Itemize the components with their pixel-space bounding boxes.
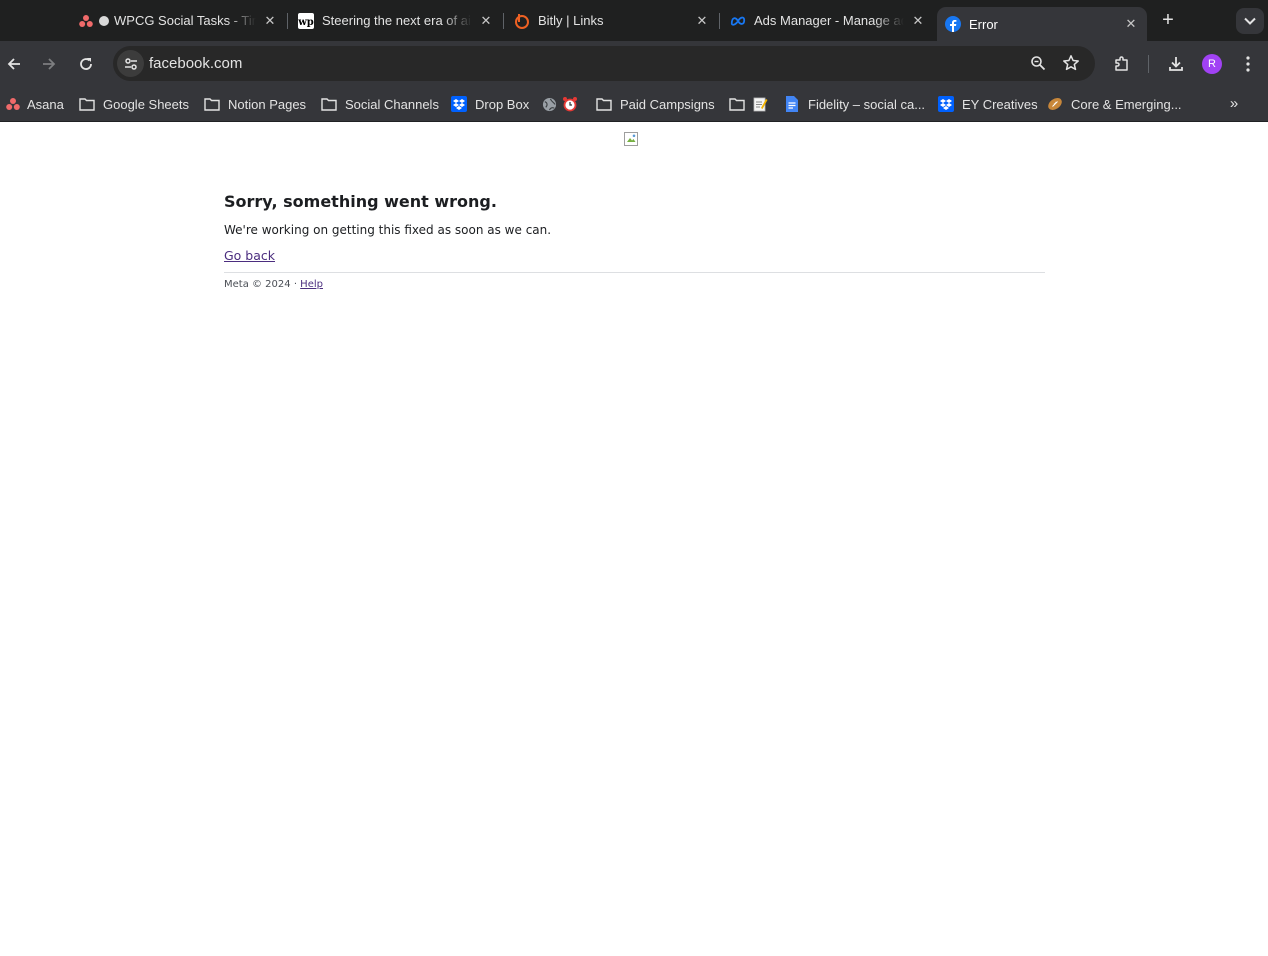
dropbox-icon (451, 96, 467, 112)
tab-ads-manager[interactable]: Ads Manager - Manage ads ✕ (730, 0, 926, 41)
football-icon (1047, 96, 1063, 112)
extensions-icon[interactable] (1112, 54, 1132, 74)
browser-toolbar: facebook.com R (0, 41, 1268, 87)
alarm-clock-icon (562, 96, 578, 112)
folder-icon (204, 96, 220, 112)
bookmark-label: Fidelity – social ca... (808, 96, 926, 112)
close-tab-icon[interactable]: ✕ (910, 13, 926, 29)
bookmarks-overflow-button[interactable]: » (1225, 95, 1243, 113)
more-menu-icon[interactable] (1238, 54, 1258, 74)
new-tab-button[interactable]: + (1157, 10, 1179, 32)
tab-error-active[interactable]: Error ✕ (937, 7, 1147, 41)
tab-title: Steering the next era of ai (322, 13, 471, 28)
bookmark-folder-unnamed[interactable] (729, 94, 753, 114)
bookmark-folder-social-channels[interactable]: Social Channels (321, 94, 439, 114)
arrow-left-icon (7, 58, 20, 70)
broken-image-icon (623, 131, 639, 147)
close-tab-icon[interactable]: ✕ (694, 13, 710, 29)
folder-icon (596, 96, 612, 112)
bookmark-asana[interactable]: Asana (5, 94, 64, 114)
bookmark-core-emerging[interactable]: Core & Emerging... (1047, 94, 1182, 114)
globe-icon (541, 96, 557, 112)
close-tab-icon[interactable]: ✕ (1123, 16, 1139, 32)
tab-separator (719, 13, 720, 29)
bookmark-fidelity-social[interactable]: Fidelity – social ca... (784, 94, 925, 114)
meta-icon (730, 13, 746, 29)
help-link[interactable]: Help (300, 279, 323, 290)
tab-title: Ads Manager - Manage ads (754, 13, 904, 28)
bookmark-folder-notion-pages[interactable]: Notion Pages (204, 94, 306, 114)
facebook-icon (945, 16, 961, 32)
bookmark-label: Notion Pages (228, 96, 307, 112)
bookmark-globe[interactable] (541, 94, 561, 114)
tab-strip: WPCG Social Tasks - Timeline ✕ wp Steeri… (0, 0, 1268, 41)
bookmark-label: Google Sheets (103, 96, 190, 112)
dropbox-icon (938, 96, 954, 112)
bookmark-label: Paid Campsigns (620, 96, 715, 112)
tab-search-button[interactable] (1236, 8, 1264, 34)
tune-icon (124, 57, 137, 70)
bookmark-folder-paid-campaigns[interactable]: Paid Campsigns (596, 94, 715, 114)
tab-bitly[interactable]: Bitly | Links ✕ (514, 0, 710, 41)
bookmark-label: Drop Box (475, 96, 530, 112)
bookmark-drop-box[interactable]: Drop Box (451, 94, 529, 114)
page-footer: Meta © 2024 · Help (224, 279, 323, 290)
bookmark-label: Asana (27, 96, 64, 112)
folder-icon (79, 96, 95, 112)
forward-button[interactable] (36, 51, 62, 77)
error-heading: Sorry, something went wrong. (224, 192, 497, 211)
bookmark-alarm-clock[interactable] (562, 94, 586, 114)
download-icon[interactable] (1166, 54, 1186, 74)
folder-icon (729, 96, 745, 112)
profile-avatar[interactable]: R (1202, 54, 1222, 74)
recording-dot-icon (98, 13, 110, 29)
bookmark-star-icon[interactable] (1062, 54, 1080, 77)
tab-title: Error (969, 16, 998, 32)
memo-icon (752, 96, 768, 112)
bookmark-folder-google-sheets[interactable]: Google Sheets (79, 94, 189, 114)
folder-icon (321, 96, 337, 112)
url-text[interactable]: facebook.com (149, 55, 242, 72)
zoom-icon[interactable] (1030, 55, 1046, 76)
tab-separator (503, 13, 504, 29)
page-content: Sorry, something went wrong. We're worki… (0, 122, 1268, 956)
chevron-down-icon (1244, 17, 1256, 25)
bookmark-memo[interactable] (752, 94, 776, 114)
tab-title: Bitly | Links (538, 13, 604, 28)
asana-icon (5, 96, 21, 112)
washington-post-icon: wp (298, 12, 314, 29)
reload-button[interactable] (73, 51, 99, 77)
asana-icon (78, 13, 94, 29)
reload-icon (80, 58, 92, 70)
error-message: We're working on getting this fixed as s… (224, 223, 552, 237)
google-docs-icon (784, 96, 800, 112)
back-button[interactable] (1, 51, 27, 77)
footer-copyright: Meta © 2024 · (224, 279, 301, 290)
close-tab-icon[interactable]: ✕ (478, 13, 494, 29)
close-tab-icon[interactable]: ✕ (262, 13, 278, 29)
tab-wpcg-social-tasks[interactable]: WPCG Social Tasks - Timeline ✕ (78, 0, 278, 41)
bookmarks-bar: Asana Google Sheets Notion Pages Social … (0, 87, 1268, 122)
bitly-icon (514, 13, 530, 29)
go-back-link[interactable]: Go back (224, 248, 275, 263)
bookmark-label: Core & Emerging... (1071, 96, 1182, 112)
footer-divider (224, 272, 1045, 273)
toolbar-divider (1148, 55, 1149, 73)
tab-separator (287, 13, 288, 29)
site-info-button[interactable] (117, 50, 144, 77)
bookmark-label: Social Channels (345, 96, 439, 112)
tab-title: WPCG Social Tasks - Timeline (114, 13, 256, 28)
arrow-right-icon (43, 58, 56, 70)
svg-text:wp: wp (298, 17, 314, 28)
bookmark-label: EY Creatives (962, 96, 1038, 112)
bookmark-ey-creatives[interactable]: EY Creatives (938, 94, 1038, 114)
address-bar[interactable]: facebook.com (113, 46, 1095, 81)
tab-washington-post[interactable]: wp Steering the next era of ai ✕ (298, 0, 494, 41)
